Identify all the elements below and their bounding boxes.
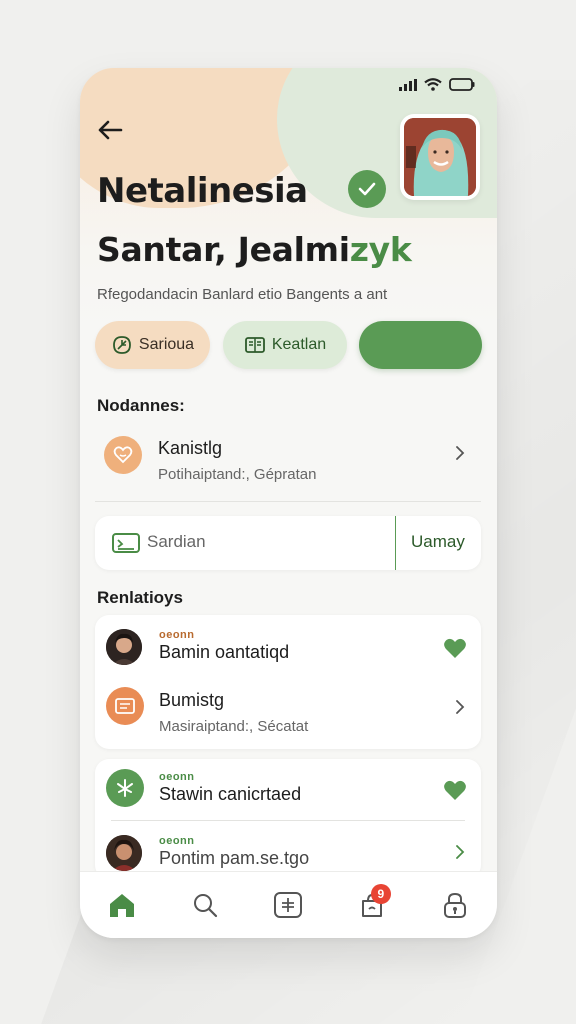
document-icon <box>115 698 135 714</box>
tab-add[interactable] <box>267 884 309 926</box>
primary-action-button[interactable] <box>359 321 482 369</box>
notification-subtitle: Potihaiptand:, Gépratan <box>158 466 317 483</box>
message-icon <box>112 533 140 553</box>
notification-badge: 9 <box>370 884 391 904</box>
subtitle-accent: zyk <box>349 230 412 269</box>
section-label-relations: Renlatioys <box>97 588 183 607</box>
relation-title-4: Pontim pam.se.tgo <box>159 848 310 868</box>
verified-badge <box>348 170 386 208</box>
profile-avatar[interactable] <box>400 114 480 200</box>
wifi-icon <box>424 78 442 91</box>
chip-1-label: Sarioua <box>138 336 195 353</box>
notification-title: Kanistlg <box>158 438 223 458</box>
battery-icon <box>449 78 475 91</box>
search-action-button[interactable]: Uamay <box>411 532 465 552</box>
relation-tag-3: oeonn <box>159 771 195 783</box>
relation-icon-bg-3 <box>106 769 144 807</box>
section-label-notifications: Nodannes: <box>97 396 185 415</box>
profile-photo <box>404 118 476 196</box>
relation-tag-4: oeonn <box>159 835 195 847</box>
heart-icon[interactable] <box>443 779 467 801</box>
book-icon <box>244 337 265 353</box>
relation-item-1[interactable]: oeonn Bamin oantatiqd <box>95 615 481 681</box>
relation-title-2: Bumistg <box>159 690 225 710</box>
relations-card-2: oeonn Stawin canicrtaed oeonn Pontim pam… <box>95 759 481 879</box>
search-divider <box>395 516 396 570</box>
check-icon <box>358 182 376 196</box>
category-chip-1[interactable]: Sarioua <box>95 321 210 369</box>
page-subtitle: Santar, Jealmizyk <box>97 230 412 269</box>
page-description: Rfegodandacin Banlard etio Bangents a an… <box>97 286 388 303</box>
lock-icon <box>444 892 467 918</box>
search-input[interactable]: Sardian <box>147 532 206 552</box>
leaf-icon <box>113 336 131 354</box>
add-icon <box>274 892 303 918</box>
arrow-left-icon <box>98 120 123 140</box>
signal-icon <box>399 78 417 91</box>
hijab-portrait-image <box>404 118 476 196</box>
heart-chat-icon <box>113 446 133 464</box>
relation-item-2[interactable]: Bumistg Masiraiptand:, Sécatat <box>95 681 481 749</box>
chevron-right-icon <box>456 700 465 714</box>
divider <box>95 501 481 502</box>
home-icon <box>109 894 134 917</box>
relation-avatar-4 <box>106 835 142 871</box>
subtitle-text: Santar, Jealmi <box>97 230 350 269</box>
status-bar <box>399 78 475 91</box>
page-title: Netalinesia <box>97 171 308 211</box>
tab-profile[interactable] <box>434 884 476 926</box>
relation-title-1: Bamin oantatiqd <box>159 642 290 662</box>
relation-avatar-1 <box>106 629 142 665</box>
plant-icon <box>117 779 133 797</box>
search-icon <box>194 894 218 918</box>
bottom-tab-bar: 9 <box>80 871 497 938</box>
tab-notifications[interactable]: 9 <box>351 884 393 926</box>
phone-frame: Netalinesia Santar, Jealmizyk Rfegodanda… <box>80 68 497 938</box>
heart-icon[interactable] <box>443 637 467 659</box>
tab-search[interactable] <box>184 884 226 926</box>
relation-title-3: Stawin canicrtaed <box>159 784 302 804</box>
relation-icon-bg-2 <box>106 687 144 725</box>
back-button[interactable] <box>94 114 126 146</box>
chevron-right-icon <box>456 446 465 460</box>
relation-tag-1: oeonn <box>159 629 195 641</box>
notification-icon-bg <box>104 436 142 474</box>
notification-item[interactable]: Kanistlg Potihaiptand:, Gépratan <box>95 423 481 502</box>
relation-subtitle-2: Masiraiptand:, Sécatat <box>159 718 309 735</box>
tab-home[interactable] <box>101 884 143 926</box>
chip-2-label: Keatlan <box>271 336 327 353</box>
chevron-right-icon <box>456 845 465 859</box>
category-chip-2[interactable]: Keatlan <box>223 321 347 369</box>
notification-card: Kanistlg Potihaiptand:, Gépratan <box>95 423 481 502</box>
relation-item-3[interactable]: oeonn Stawin canicrtaed <box>95 759 481 819</box>
search-card: Sardian Uamay <box>95 516 481 570</box>
relations-card-1: oeonn Bamin oantatiqd Bumistg Masiraipta… <box>95 615 481 749</box>
